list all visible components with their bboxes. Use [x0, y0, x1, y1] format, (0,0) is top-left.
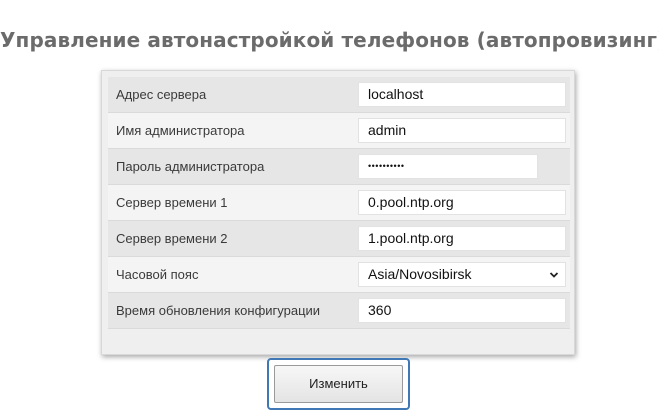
- timezone-row: Часовой пояс Asia/Novosibirsk: [108, 257, 570, 293]
- admin-name-label: Имя администратора: [116, 123, 245, 138]
- admin-password-row: Пароль администратора ••••••••••: [108, 149, 570, 185]
- timezone-selected-value: Asia/Novosibirsk: [368, 266, 472, 282]
- admin-name-row: Имя администратора admin: [108, 113, 570, 149]
- time-server-2-label: Сервер времени 2: [116, 231, 228, 246]
- config-refresh-label: Время обновления конфигурации: [116, 303, 321, 318]
- page-title: Управление автонастройкой телефонов (авт…: [0, 28, 659, 52]
- chevron-down-icon: [549, 272, 559, 278]
- time-server-1-input[interactable]: 0.pool.ntp.org: [358, 190, 566, 215]
- time-server-2-row: Сервер времени 2 1.pool.ntp.org: [108, 221, 570, 257]
- time-server-1-label: Сервер времени 1: [116, 195, 228, 210]
- admin-password-input[interactable]: ••••••••••: [358, 154, 538, 179]
- submit-button[interactable]: Изменить: [267, 358, 410, 410]
- time-server-2-input[interactable]: 1.pool.ntp.org: [358, 226, 566, 251]
- admin-name-input[interactable]: admin: [358, 118, 566, 143]
- server-address-input[interactable]: localhost: [358, 82, 566, 107]
- submit-button-label: Изменить: [274, 365, 403, 403]
- server-address-row: Адрес сервера localhost: [108, 77, 570, 113]
- timezone-label: Часовой пояс: [116, 267, 199, 282]
- settings-form: Адрес сервера localhost Имя администрато…: [101, 70, 575, 355]
- config-refresh-input[interactable]: 360: [358, 298, 566, 323]
- admin-password-label: Пароль администратора: [116, 159, 265, 174]
- time-server-1-row: Сервер времени 1 0.pool.ntp.org: [108, 185, 570, 221]
- timezone-select[interactable]: Asia/Novosibirsk: [358, 262, 566, 287]
- config-refresh-row: Время обновления конфигурации 360: [108, 293, 570, 329]
- server-address-label: Адрес сервера: [116, 87, 207, 102]
